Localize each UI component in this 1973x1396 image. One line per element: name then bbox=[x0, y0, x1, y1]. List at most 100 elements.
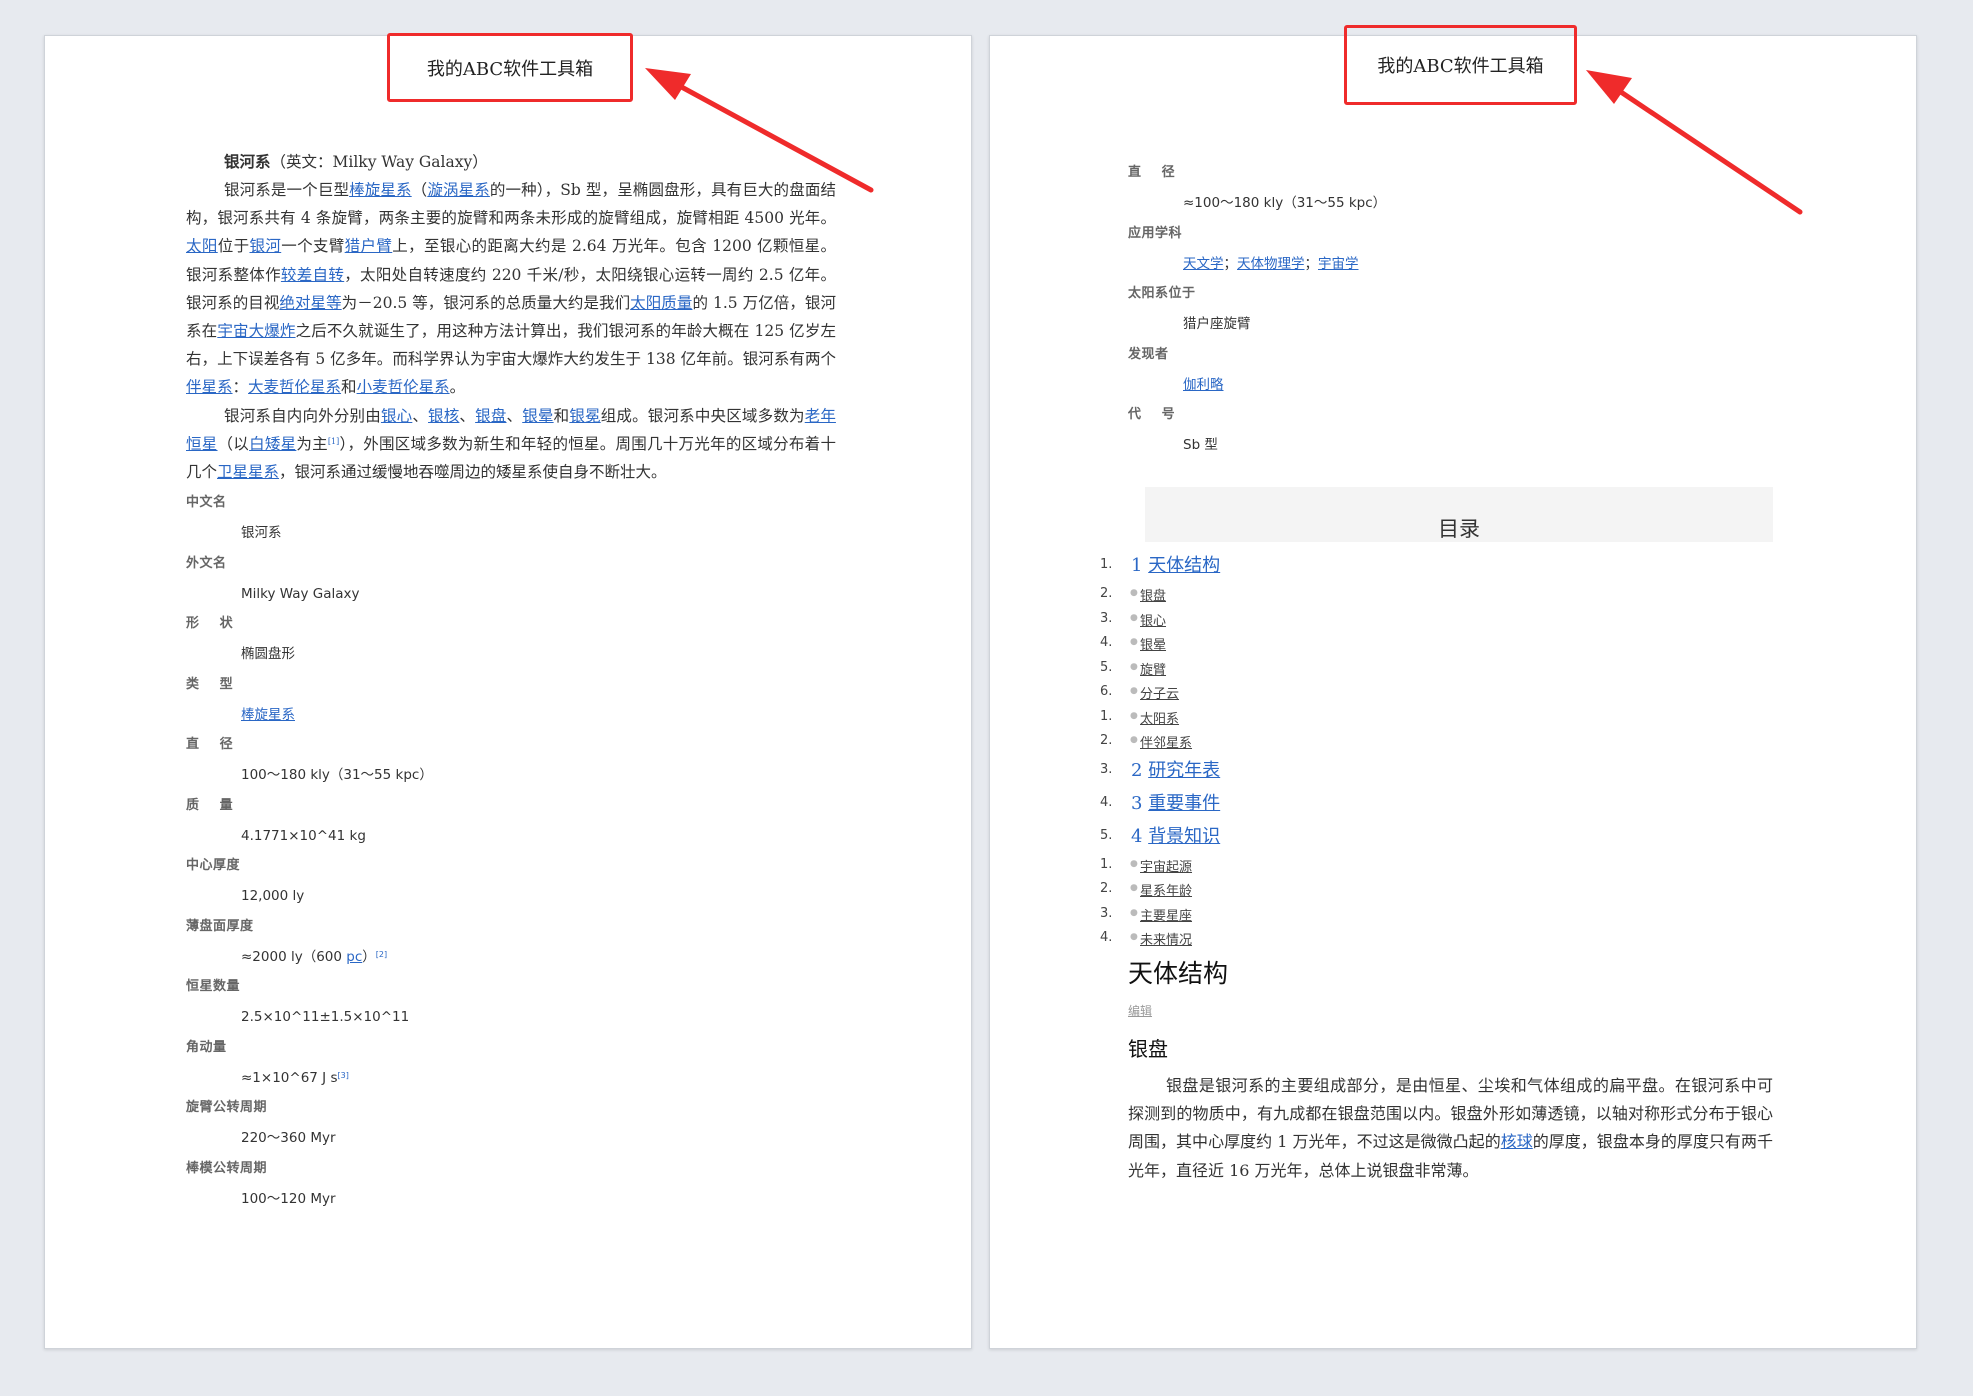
toc-item[interactable]: 5. ● 旋臂 bbox=[1100, 655, 1700, 680]
toc-item[interactable]: 3. 2 研究年表 bbox=[1100, 753, 1700, 786]
toc-item[interactable]: 2. ● 伴邻星系 bbox=[1100, 728, 1700, 753]
toc-item-link[interactable]: 太阳系 bbox=[1140, 708, 1179, 727]
text-link[interactable]: 棒旋星系 bbox=[241, 707, 295, 723]
text-link[interactable]: pc bbox=[346, 949, 362, 965]
info-box: 直 径 ≈100～180 kly（31～55 kpc） 应用学科 天文学；天体物理学；… bbox=[1128, 158, 1783, 461]
info-box-label: 中心厚度 bbox=[186, 858, 241, 874]
citation-link[interactable]: [1] bbox=[328, 437, 339, 446]
toc-item-number: 3. bbox=[1100, 610, 1113, 626]
text-link[interactable]: 银河 bbox=[249, 237, 281, 255]
text-run: 组成。银河系中央区域多数为 bbox=[600, 406, 805, 425]
toc-item[interactable]: 1. 1 天体结构 bbox=[1100, 548, 1700, 581]
info-box-label: 外文名 bbox=[186, 555, 227, 571]
article-title: 银河系 bbox=[224, 152, 271, 171]
toc-item-link[interactable]: 未来情况 bbox=[1140, 929, 1192, 948]
toc-item-label: 重要事件 bbox=[1148, 792, 1221, 814]
toc-item-link[interactable]: 银晕 bbox=[1140, 634, 1166, 653]
toc-item-number: 1. bbox=[1100, 708, 1113, 724]
toc-item-number: 6. bbox=[1100, 684, 1113, 699]
toc-item[interactable]: 2. ● 星系年龄 bbox=[1100, 876, 1700, 901]
toc-item-link[interactable]: 分子云 bbox=[1140, 683, 1179, 702]
toc-item-label: 天体结构 bbox=[1148, 555, 1221, 576]
text-link[interactable]: 核球 bbox=[1501, 1132, 1533, 1151]
text-link[interactable]: 银晕 bbox=[522, 407, 553, 425]
toc-item-link[interactable]: 3 重要事件 bbox=[1131, 789, 1220, 815]
text-run: ≈100～180 kly（31～55 kpc） bbox=[1183, 195, 1387, 211]
table-of-contents: 1. 1 天体结构 2. ● 银盘 3. ● 银心 4. ● 银晕 5. ● 旋臂 6. ● 分子云 1. ● 太阳系… bbox=[1100, 548, 1700, 950]
bullet-icon: ● bbox=[1130, 932, 1138, 942]
toc-item-link[interactable]: 2 研究年表 bbox=[1131, 756, 1220, 782]
toc-item-number: 1. bbox=[1100, 557, 1113, 572]
toc-item-link[interactable]: 4 背景知识 bbox=[1131, 822, 1220, 848]
info-box-label: 代 号 bbox=[1128, 407, 1176, 422]
edit-link[interactable]: 编辑 bbox=[1128, 1002, 1152, 1019]
toc-item[interactable]: 4. ● 未来情况 bbox=[1100, 925, 1700, 950]
text-link[interactable]: 较差自转 bbox=[281, 266, 344, 284]
info-box-value: 猎户座旋臂 bbox=[1128, 309, 1783, 340]
citation-link[interactable]: [2] bbox=[376, 950, 387, 959]
toc-item-number: 2. bbox=[1100, 586, 1113, 601]
toc-item-link[interactable]: 1 天体结构 bbox=[1131, 551, 1220, 577]
text-link[interactable]: 猎户臂 bbox=[345, 237, 393, 255]
info-box-value: 棒旋星系 bbox=[186, 700, 836, 731]
text-link[interactable]: 伽利略 bbox=[1183, 377, 1224, 393]
text-run: 、 bbox=[412, 406, 429, 425]
text-link[interactable]: 银核 bbox=[428, 407, 459, 425]
text-link[interactable]: 棒旋星系 bbox=[349, 181, 412, 199]
toc-section-number: 4 bbox=[1131, 825, 1149, 847]
toc-item[interactable]: 4. 3 重要事件 bbox=[1100, 786, 1700, 819]
text-link[interactable]: 伴星系 bbox=[186, 378, 233, 396]
bullet-icon: ● bbox=[1130, 710, 1138, 721]
info-box-value: 100～180 kly（31～55 kpc） bbox=[186, 760, 836, 791]
text-link[interactable]: 漩涡星系 bbox=[427, 181, 490, 199]
text-link[interactable]: 天体物理学 bbox=[1237, 256, 1305, 272]
toc-item-number: 4. bbox=[1100, 930, 1113, 945]
toc-item[interactable]: 3. ● 主要星座 bbox=[1100, 901, 1700, 926]
text-link[interactable]: 白矮星 bbox=[249, 435, 296, 453]
toc-item-link[interactable]: 银盘 bbox=[1140, 585, 1166, 604]
info-box-label: 直 径 bbox=[1128, 165, 1176, 180]
text-link[interactable]: 太阳 bbox=[186, 237, 218, 255]
text-link[interactable]: 宇宙学 bbox=[1318, 256, 1359, 272]
text-link[interactable]: 小麦哲伦星系 bbox=[357, 378, 450, 396]
text-link[interactable]: 绝对星等 bbox=[279, 294, 341, 312]
toc-item-link[interactable]: 主要星座 bbox=[1140, 905, 1192, 924]
toc-item-number: 4. bbox=[1100, 635, 1113, 650]
text-run: 、 bbox=[506, 406, 523, 425]
info-box: 中文名 银河系 外文名 Milky Way Galaxy 形 状椭圆盘形类 型棒旋星系直… bbox=[186, 488, 836, 1214]
toc-title: 目录 bbox=[1438, 517, 1480, 541]
section-heading: 天体结构 bbox=[1128, 959, 1229, 988]
citation-link[interactable]: [3] bbox=[337, 1071, 348, 1080]
toc-item[interactable]: 6. ● 分子云 bbox=[1100, 679, 1700, 704]
toc-item-link[interactable]: 银心 bbox=[1140, 610, 1166, 629]
subsection-heading: 银盘 bbox=[1128, 1037, 1168, 1061]
bullet-icon: ● bbox=[1130, 637, 1138, 647]
toc-item[interactable]: 1. ● 宇宙起源 bbox=[1100, 852, 1700, 877]
text-link[interactable]: 银冕 bbox=[569, 407, 600, 425]
toc-item[interactable]: 2. ● 银盘 bbox=[1100, 581, 1700, 606]
info-box-value: 天文学；天体物理学；宇宙学 bbox=[1128, 249, 1783, 280]
info-box-label: 角动量 bbox=[186, 1039, 227, 1055]
text-run: ； bbox=[1223, 255, 1238, 272]
toc-item-link[interactable]: 伴邻星系 bbox=[1140, 732, 1192, 751]
toc-item[interactable]: 4. ● 银晕 bbox=[1100, 630, 1700, 655]
toc-item-link[interactable]: 宇宙起源 bbox=[1140, 856, 1192, 875]
text-link[interactable]: 卫星星系 bbox=[217, 463, 279, 481]
text-link[interactable]: 大麦哲伦星系 bbox=[248, 378, 341, 396]
toc-item[interactable]: 5. 4 背景知识 bbox=[1100, 819, 1700, 852]
toc-item-link[interactable]: 星系年龄 bbox=[1140, 880, 1192, 899]
info-box-label: 类 型 bbox=[186, 676, 234, 692]
toc-item-link[interactable]: 旋臂 bbox=[1140, 659, 1166, 678]
bullet-icon: ● bbox=[1130, 883, 1138, 893]
text-link[interactable]: 银盘 bbox=[475, 407, 506, 425]
toc-item-number: 3. bbox=[1100, 905, 1113, 921]
text-link[interactable]: 太阳质量 bbox=[630, 294, 692, 312]
toc-item-number: 5. bbox=[1100, 827, 1113, 843]
toc-item[interactable]: 3. ● 银心 bbox=[1100, 606, 1700, 631]
text-link[interactable]: 宇宙大爆炸 bbox=[217, 322, 295, 340]
info-box-value: 12,000 ly bbox=[186, 881, 836, 912]
bullet-icon: ● bbox=[1130, 661, 1138, 672]
text-link[interactable]: 银心 bbox=[381, 407, 412, 425]
toc-item[interactable]: 1. ● 太阳系 bbox=[1100, 704, 1700, 729]
text-link[interactable]: 天文学 bbox=[1183, 256, 1224, 272]
